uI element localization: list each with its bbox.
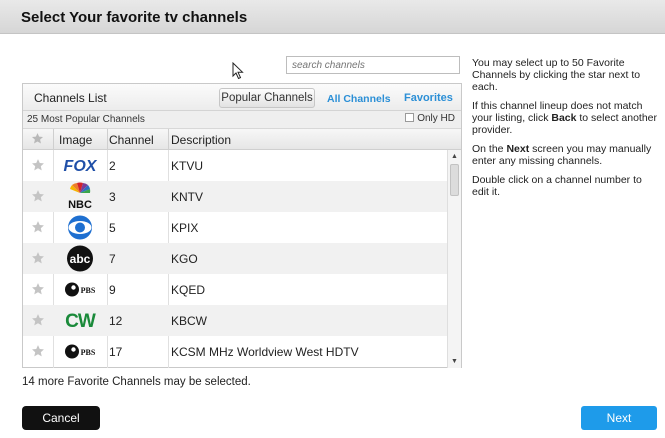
only-hd-label: Only HD <box>417 113 455 124</box>
channel-description: KTVU <box>171 159 204 173</box>
channel-number[interactable]: 12 <box>109 314 122 328</box>
table-row[interactable]: NBC 3 KNTV <box>23 181 447 212</box>
page-title: Select Your favorite tv channels <box>21 9 248 26</box>
scroll-up-arrow-icon[interactable]: ▲ <box>451 153 458 160</box>
channel-description: KNTV <box>171 190 204 204</box>
title-bar: Select Your favorite tv channels <box>0 0 665 34</box>
next-button[interactable]: Next <box>581 406 657 430</box>
cancel-button[interactable]: Cancel <box>22 406 100 430</box>
mouse-cursor-icon <box>232 62 244 80</box>
channel-description: KCSM MHz Worldview West HDTV <box>171 345 359 359</box>
channel-number[interactable]: 9 <box>109 283 116 297</box>
favorite-star-icon[interactable] <box>31 282 45 299</box>
pbs-logo-text: PBS <box>81 348 96 357</box>
column-divider <box>107 129 108 150</box>
column-divider <box>168 129 169 150</box>
channels-panel-header: Channels List Popular Channels All Chann… <box>23 84 461 111</box>
channel-description: KGO <box>171 252 198 266</box>
channel-count-label: 25 Most Popular Channels <box>27 114 145 125</box>
column-divider <box>53 129 54 150</box>
abc-logo: abc <box>53 243 107 274</box>
channel-number[interactable]: 17 <box>109 345 122 359</box>
channel-number[interactable]: 7 <box>109 252 116 266</box>
help-text: You may select up to 50 Favorite Channel… <box>472 57 660 205</box>
table-row[interactable]: CW 12 KBCW <box>23 305 447 336</box>
tab-popular-channels[interactable]: Popular Channels <box>219 88 315 108</box>
table-header: Image Channel Description <box>23 129 461 150</box>
help-paragraph: On the Next screen you may manually ente… <box>472 143 660 167</box>
channel-description: KQED <box>171 283 206 297</box>
fox-logo-text: FOX <box>64 158 98 175</box>
help-paragraph: Double click on a channel number to edit… <box>472 174 642 198</box>
table-row[interactable]: PBS 17 KCSM MHz Worldview West HDTV <box>23 336 447 367</box>
help-paragraph: If this channel lineup does not match yo… <box>472 100 660 136</box>
abc-logo-text: abc <box>70 252 91 266</box>
fox-logo: FOX <box>53 150 107 181</box>
favorite-star-icon[interactable] <box>31 189 45 206</box>
pbs-logo: PBS <box>53 336 107 367</box>
channel-list-scrollbar[interactable]: ▲ ▼ <box>447 150 461 368</box>
favorite-star-icon[interactable] <box>31 313 45 330</box>
channel-count-bar: 25 Most Popular Channels Only HD <box>23 111 461 129</box>
pbs-logo: PBS <box>53 274 107 305</box>
help-next-keyword: Next <box>506 143 530 155</box>
favorite-star-icon[interactable] <box>31 220 45 237</box>
nbc-logo-text: NBC <box>68 199 92 211</box>
favorite-star-icon[interactable] <box>31 251 45 268</box>
channel-rows: FOX 2 KTVU NBC 3 KNTV 5 KPIX abc 7 KGO P… <box>23 150 447 368</box>
only-hd-checkbox[interactable] <box>405 113 415 122</box>
channel-description: KPIX <box>171 221 199 235</box>
favorite-star-icon[interactable] <box>31 158 45 175</box>
channels-panel: Channels List Popular Channels All Chann… <box>22 83 462 368</box>
tab-favorites[interactable]: Favorites <box>404 92 453 104</box>
tab-all-channels[interactable]: All Channels <box>327 93 391 105</box>
pbs-logo-text: PBS <box>81 286 96 295</box>
table-row[interactable]: 5 KPIX <box>23 212 447 243</box>
nbc-logo: NBC <box>53 181 107 212</box>
help-text-segment: On the <box>472 143 507 155</box>
help-back-keyword: Back <box>551 112 577 124</box>
star-column-icon <box>31 132 44 148</box>
cbs-logo <box>53 212 107 243</box>
scrollbar-thumb[interactable] <box>450 164 459 196</box>
only-hd-toggle[interactable]: Only HD <box>405 113 455 124</box>
help-paragraph: You may select up to 50 Favorite Channel… <box>472 57 641 93</box>
channel-number[interactable]: 3 <box>109 190 116 204</box>
table-row[interactable]: FOX 2 KTVU <box>23 150 447 181</box>
column-header-image: Image <box>59 133 93 147</box>
cw-logo-text: CW <box>65 311 96 332</box>
remaining-favorites-text: 14 more Favorite Channels may be selecte… <box>22 376 251 388</box>
table-row[interactable]: abc 7 KGO <box>23 243 447 274</box>
column-header-description: Description <box>171 133 232 147</box>
channel-number[interactable]: 2 <box>109 159 116 173</box>
search-input[interactable] <box>286 56 460 74</box>
channel-number[interactable]: 5 <box>109 221 116 235</box>
channels-list-label: Channels List <box>34 91 107 105</box>
cw-logo: CW <box>53 305 107 336</box>
table-row[interactable]: PBS 9 KQED <box>23 274 447 305</box>
scroll-down-arrow-icon[interactable]: ▼ <box>451 358 458 365</box>
column-header-channel: Channel <box>109 133 154 147</box>
favorite-star-icon[interactable] <box>31 344 45 361</box>
channel-description: KBCW <box>171 314 207 328</box>
